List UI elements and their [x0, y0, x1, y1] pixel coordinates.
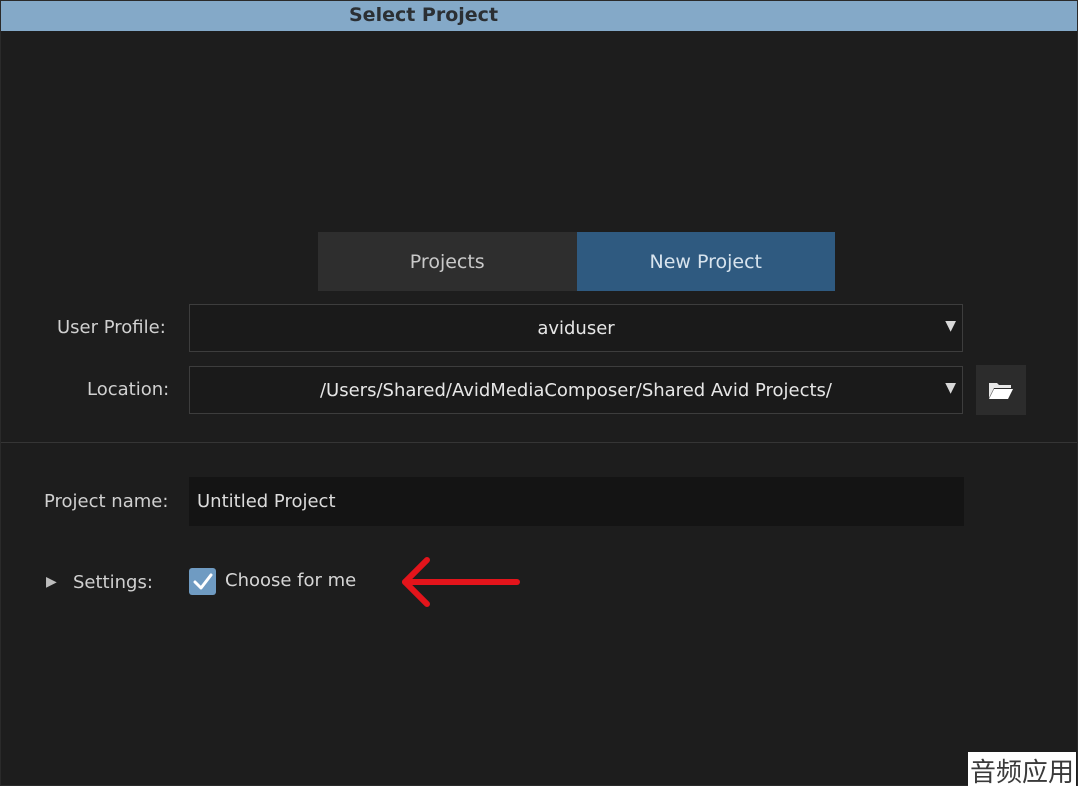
- dropdown-arrow-icon: ▼: [945, 380, 956, 396]
- choose-for-me-checkbox[interactable]: [189, 568, 216, 595]
- checkmark-icon: [193, 573, 212, 589]
- project-name-input[interactable]: Untitled Project: [189, 477, 964, 526]
- user-profile-value: aviduser: [537, 317, 615, 339]
- window-title: Select Project: [349, 4, 499, 26]
- tab-new-project[interactable]: New Project: [576, 232, 835, 291]
- folder-icon: [989, 383, 1013, 399]
- choose-for-me-label: Choose for me: [225, 570, 357, 591]
- watermark-text: 音频应用: [967, 752, 1076, 789]
- location-value: /Users/Shared/AvidMediaComposer/Shared A…: [319, 379, 832, 401]
- select-project-dialog: Select Project Projects New Project User…: [0, 0, 1078, 786]
- title-bar: Select Project: [1, 1, 1077, 31]
- user-profile-label: User Profile:: [57, 317, 166, 338]
- disclosure-triangle-icon[interactable]: ▶: [46, 574, 57, 590]
- location-label: Location:: [87, 379, 170, 400]
- dropdown-arrow-icon: ▼: [945, 318, 956, 334]
- browse-folder-button[interactable]: [976, 365, 1026, 415]
- settings-label: Settings:: [73, 572, 153, 593]
- red-arrow-annotation: [402, 557, 520, 607]
- project-tabs: Projects New Project: [318, 232, 835, 291]
- user-profile-dropdown[interactable]: aviduser ▼: [189, 304, 963, 352]
- project-name-label: Project name:: [44, 491, 169, 512]
- section-divider: [1, 442, 1077, 443]
- tab-projects[interactable]: Projects: [318, 232, 577, 291]
- location-dropdown[interactable]: /Users/Shared/AvidMediaComposer/Shared A…: [189, 366, 963, 414]
